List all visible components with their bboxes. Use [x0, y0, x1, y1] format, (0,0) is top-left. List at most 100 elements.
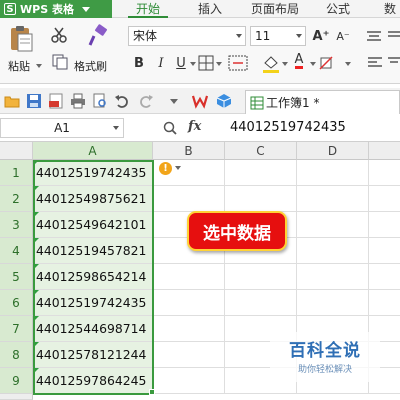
paste-label-wrap[interactable]: 粘贴	[8, 58, 30, 74]
open-folder-icon[interactable]	[4, 93, 20, 109]
cell-a1[interactable]: 44012519742435	[33, 160, 153, 186]
cell-b9[interactable]	[153, 368, 225, 394]
row-header[interactable]: 1	[0, 160, 33, 186]
row-header[interactable]: 7	[0, 316, 33, 342]
name-box[interactable]: A1	[0, 118, 124, 138]
undo-icon[interactable]	[114, 93, 130, 109]
cell-e5[interactable]	[369, 264, 400, 290]
cell-b2[interactable]	[153, 186, 225, 212]
bold-button[interactable]: B	[130, 54, 148, 72]
redo-icon[interactable]	[138, 93, 154, 109]
row-header[interactable]: 3	[0, 212, 33, 238]
export-pdf-icon[interactable]	[48, 93, 64, 109]
italic-button[interactable]: I	[152, 54, 170, 72]
customize-toolbar-dropdown-icon[interactable]	[170, 99, 178, 104]
cell-b5[interactable]	[153, 264, 225, 290]
borders-icon[interactable]	[198, 55, 214, 71]
format-painter-icon[interactable]	[86, 24, 110, 48]
align-middle-icon[interactable]	[388, 30, 400, 44]
formula-input[interactable]: 44012519742435	[230, 120, 346, 135]
select-all-corner[interactable]	[0, 142, 33, 160]
tab-home[interactable]: 开始	[128, 0, 168, 18]
cell-a8[interactable]: 44012578121244	[33, 342, 153, 368]
row-header[interactable]: 9	[0, 368, 33, 394]
font-color-button[interactable]: A	[290, 52, 308, 70]
cell-d5[interactable]	[297, 264, 369, 290]
cell-b8[interactable]	[153, 342, 225, 368]
cell-e1[interactable]	[369, 160, 400, 186]
column-header-b[interactable]: B	[153, 142, 225, 160]
cell-c5[interactable]	[225, 264, 297, 290]
font-name-select[interactable]: 宋体	[128, 26, 246, 46]
align-left-icon[interactable]	[368, 56, 382, 70]
app-menu-button[interactable]: S WPS 表格	[0, 0, 112, 18]
cloud-cube-icon[interactable]	[216, 93, 232, 109]
column-header-c[interactable]: C	[225, 142, 297, 160]
zoom-search-icon[interactable]	[163, 121, 177, 135]
tab-data-partial[interactable]: 数	[380, 0, 400, 18]
underline-button[interactable]: U	[172, 54, 190, 72]
insert-function-button[interactable]: fx	[188, 119, 201, 134]
font-color-dropdown-icon[interactable]	[310, 62, 316, 66]
cell-a6[interactable]: 44012519742435	[33, 290, 153, 316]
print-icon[interactable]	[70, 93, 86, 109]
copy-icon[interactable]	[52, 54, 68, 70]
row-header[interactable]: 4	[0, 238, 33, 264]
column-header-a[interactable]: A	[33, 142, 153, 160]
row-header[interactable]: 8	[0, 342, 33, 368]
grow-font-button[interactable]: A⁺	[312, 27, 330, 45]
cut-icon[interactable]	[50, 26, 68, 44]
wps-w-icon[interactable]	[192, 93, 208, 109]
cell-a3[interactable]: 44012549642101	[33, 212, 153, 238]
tab-insert[interactable]: 插入	[190, 0, 230, 18]
clear-format-dropdown-icon[interactable]	[345, 62, 351, 66]
error-check-button[interactable]: !	[159, 160, 189, 176]
cell-e2[interactable]	[369, 186, 400, 212]
cell-b7[interactable]	[153, 316, 225, 342]
cell-e3[interactable]	[369, 212, 400, 238]
borders-dropdown-icon[interactable]	[216, 62, 222, 66]
column-header-e-partial[interactable]	[369, 142, 400, 160]
cell-a5[interactable]: 44012598654214	[33, 264, 153, 290]
underline-dropdown-icon[interactable]	[190, 62, 196, 66]
cell-e4[interactable]	[369, 238, 400, 264]
cell-d2[interactable]	[297, 186, 369, 212]
font-size-select[interactable]: 11	[250, 26, 306, 46]
fill-handle[interactable]	[149, 389, 155, 395]
tab-formulas[interactable]: 公式	[318, 0, 358, 18]
row-header[interactable]: 6	[0, 290, 33, 316]
fill-color-icon[interactable]	[262, 54, 280, 74]
cell-d6[interactable]	[297, 290, 369, 316]
tab-page-layout[interactable]: 页面布局	[245, 0, 305, 18]
cell-a7[interactable]: 44012544698714	[33, 316, 153, 342]
align-center-icon[interactable]	[388, 56, 400, 70]
row-header-partial[interactable]	[0, 394, 33, 400]
align-top-icon[interactable]	[366, 30, 382, 44]
row-header[interactable]: 5	[0, 264, 33, 290]
merge-cells-icon[interactable]	[228, 55, 248, 71]
cell-c2[interactable]	[225, 186, 297, 212]
cell-a9[interactable]: 44012597864245	[33, 368, 153, 394]
cell-b6[interactable]	[153, 290, 225, 316]
cell-d3[interactable]	[297, 212, 369, 238]
cell-c1[interactable]	[225, 160, 297, 186]
paste-button[interactable]	[8, 24, 34, 54]
cell-d4[interactable]	[297, 238, 369, 264]
cell-d1[interactable]	[297, 160, 369, 186]
cell-c6[interactable]	[225, 290, 297, 316]
format-painter-button[interactable]: 格式刷	[74, 58, 107, 74]
cell-value: 44012549642101	[36, 217, 147, 232]
shrink-font-button[interactable]: A⁻	[334, 27, 352, 45]
print-preview-icon[interactable]	[92, 93, 108, 109]
clear-format-icon[interactable]	[318, 55, 334, 71]
cell-e6[interactable]	[369, 290, 400, 316]
cell-a4[interactable]: 44012519457821	[33, 238, 153, 264]
save-icon[interactable]	[26, 93, 42, 109]
document-tab[interactable]: 工作簿1 *	[245, 90, 400, 114]
text-number-marker-icon	[33, 290, 39, 296]
row-header[interactable]: 2	[0, 186, 33, 212]
column-header-d[interactable]: D	[297, 142, 369, 160]
cell-a2[interactable]: 44012549875621	[33, 186, 153, 212]
paste-dropdown-icon[interactable]	[36, 64, 42, 68]
fill-color-dropdown-icon[interactable]	[282, 62, 288, 66]
